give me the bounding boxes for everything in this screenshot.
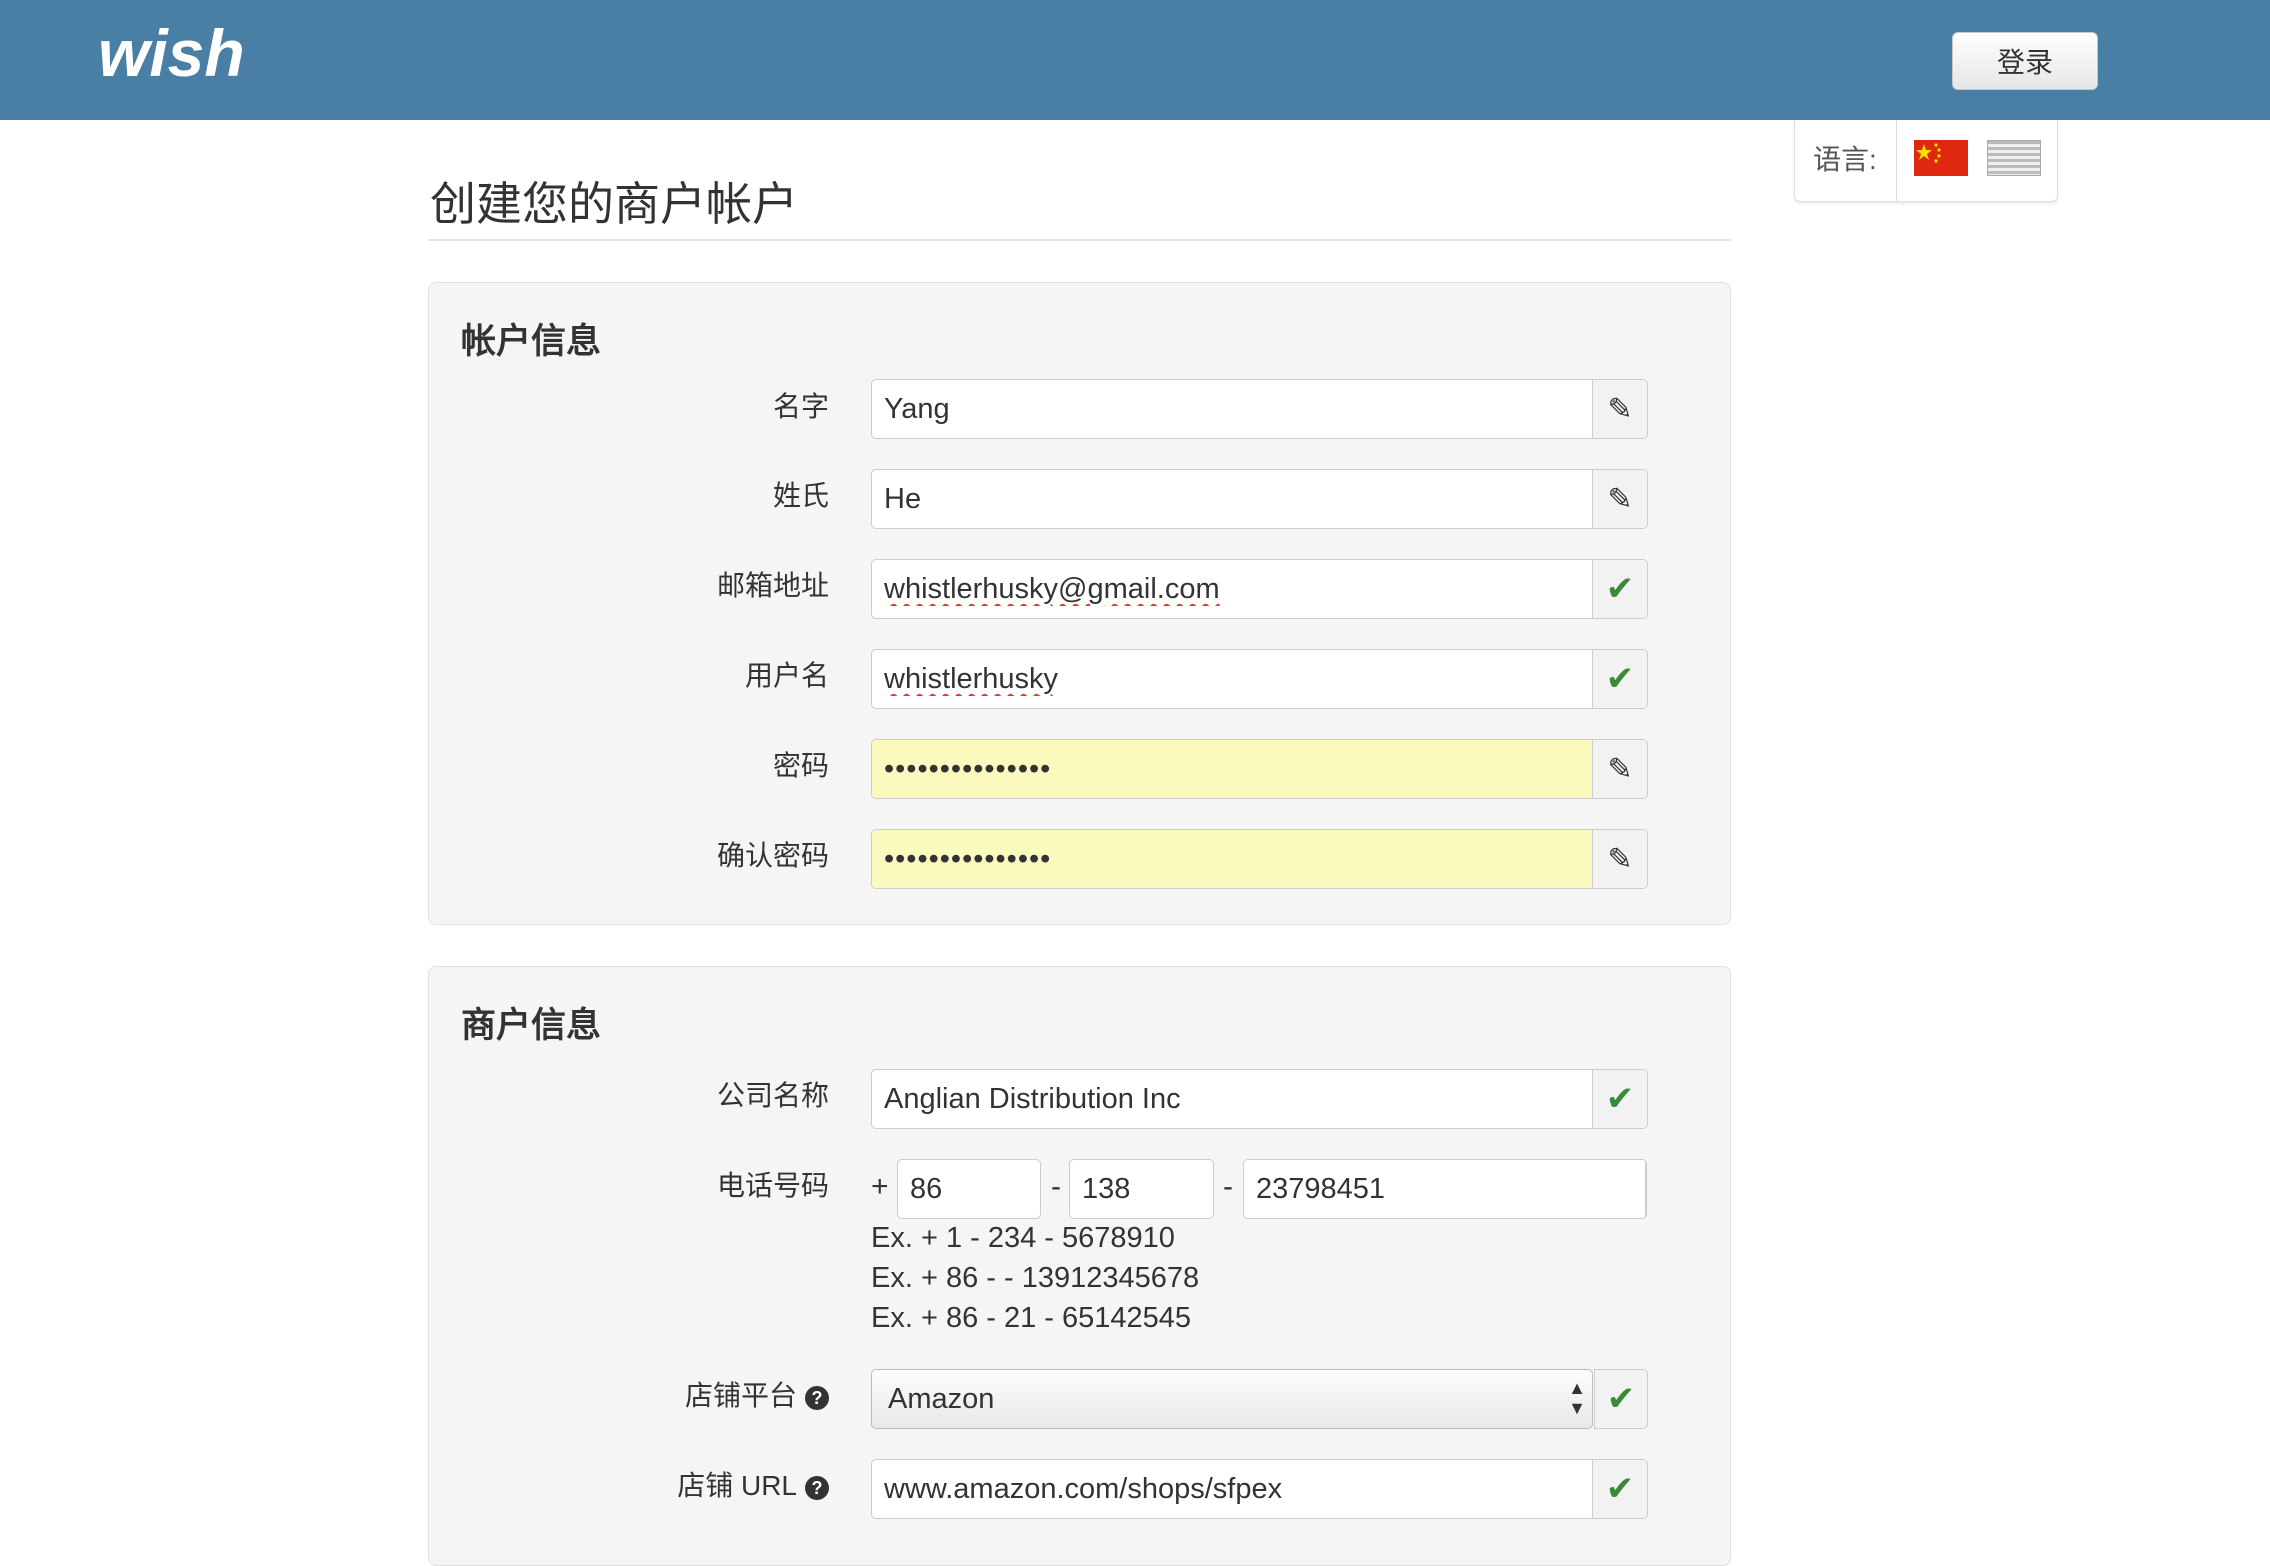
password-field[interactable]: ✎ <box>871 739 1648 799</box>
country-code-input[interactable] <box>898 1160 1040 1218</box>
phone-separator: - <box>1223 1170 1233 1203</box>
merchant-info-panel: 商户信息 公司名称 ✔ 电话号码 + - - ✔ Ex. + 1 - 234 -… <box>428 966 1731 1566</box>
top-bar: wish 登录 <box>0 0 2270 120</box>
us-flag-icon[interactable] <box>1987 140 2041 176</box>
company-name-input[interactable] <box>872 1070 1592 1128</box>
select-arrows-icon: ▲ ▼ <box>1568 1378 1586 1418</box>
email-input[interactable] <box>872 560 1592 618</box>
pencil-icon: ✎ <box>1592 470 1647 528</box>
check-icon: ✔ <box>1645 1160 1646 1218</box>
store-url-label: 店铺 URL? <box>429 1472 829 1500</box>
account-info-panel: 帐户信息 名字 ✎ 姓氏 ✎ 邮箱地址 ✔ 用户名 ✔ 密码 ✎ 确认密码 ✎ <box>428 282 1731 925</box>
confirm-password-input[interactable] <box>872 830 1592 888</box>
page-title: 创建您的商户帐户 <box>430 178 798 230</box>
account-info-title: 帐户信息 <box>461 322 602 361</box>
wish-logo[interactable]: wish <box>98 16 288 95</box>
svg-text:wish: wish <box>98 20 245 90</box>
username-field[interactable]: ✔ <box>871 649 1648 709</box>
password-input[interactable] <box>872 740 1592 798</box>
phone-example: Ex. + 1 - 234 - 5678910 <box>871 1222 1175 1254</box>
phone-separator: - <box>1051 1170 1061 1203</box>
platform-select[interactable]: Amazon ▲ ▼ <box>871 1369 1593 1429</box>
area-code-input[interactable] <box>1070 1160 1213 1218</box>
company-name-label: 公司名称 <box>716 1080 829 1111</box>
store-url-label-text: 店铺 URL <box>677 1470 797 1501</box>
phone-example: Ex. + 86 - 21 - 65142545 <box>871 1302 1192 1334</box>
store-url-input[interactable] <box>872 1460 1592 1518</box>
divider <box>1896 120 1897 202</box>
phone-number-field[interactable]: ✔ <box>1243 1159 1647 1219</box>
pencil-icon: ✎ <box>1592 830 1647 888</box>
check-icon: ✔ <box>1592 650 1647 708</box>
last-name-field[interactable]: ✎ <box>871 469 1648 529</box>
country-code-field[interactable] <box>897 1159 1041 1219</box>
username-label: 用户名 <box>744 660 829 691</box>
merchant-info-title: 商户信息 <box>461 1006 602 1045</box>
platform-select-value: Amazon <box>888 1383 995 1415</box>
first-name-field[interactable]: ✎ <box>871 379 1648 439</box>
language-selector: 语言: <box>1794 120 2058 202</box>
phone-example: Ex. + 86 - - 13912345678 <box>871 1262 1200 1294</box>
language-label: 语言: <box>1813 144 1877 175</box>
help-icon[interactable]: ? <box>805 1385 829 1410</box>
divider <box>428 239 1731 241</box>
platform-label: 店铺平台? <box>429 1382 829 1410</box>
check-icon: ✔ <box>1592 1070 1647 1128</box>
email-field[interactable]: ✔ <box>871 559 1648 619</box>
pencil-icon: ✎ <box>1592 380 1647 438</box>
phone-label: 电话号码 <box>716 1170 829 1201</box>
last-name-label: 姓氏 <box>772 480 829 511</box>
help-icon[interactable]: ? <box>805 1475 829 1500</box>
check-icon: ✔ <box>1592 560 1647 618</box>
pencil-icon: ✎ <box>1592 740 1647 798</box>
confirm-password-field[interactable]: ✎ <box>871 829 1648 889</box>
store-url-field[interactable]: ✔ <box>871 1459 1648 1519</box>
login-button[interactable]: 登录 <box>1952 32 2098 90</box>
china-flag-icon[interactable] <box>1914 140 1968 176</box>
first-name-input[interactable] <box>872 380 1592 438</box>
username-input[interactable] <box>872 650 1592 708</box>
confirm-password-label: 确认密码 <box>716 840 829 871</box>
phone-plus: + <box>871 1170 889 1203</box>
check-icon: ✔ <box>1594 1369 1648 1429</box>
email-label: 邮箱地址 <box>716 570 829 601</box>
password-label: 密码 <box>772 750 829 781</box>
last-name-input[interactable] <box>872 470 1592 528</box>
phone-number-input[interactable] <box>1244 1160 1645 1218</box>
platform-label-text: 店铺平台 <box>684 1380 797 1411</box>
company-name-field[interactable]: ✔ <box>871 1069 1648 1129</box>
check-icon: ✔ <box>1592 1460 1647 1518</box>
area-code-field[interactable] <box>1069 1159 1214 1219</box>
first-name-label: 名字 <box>772 391 829 422</box>
